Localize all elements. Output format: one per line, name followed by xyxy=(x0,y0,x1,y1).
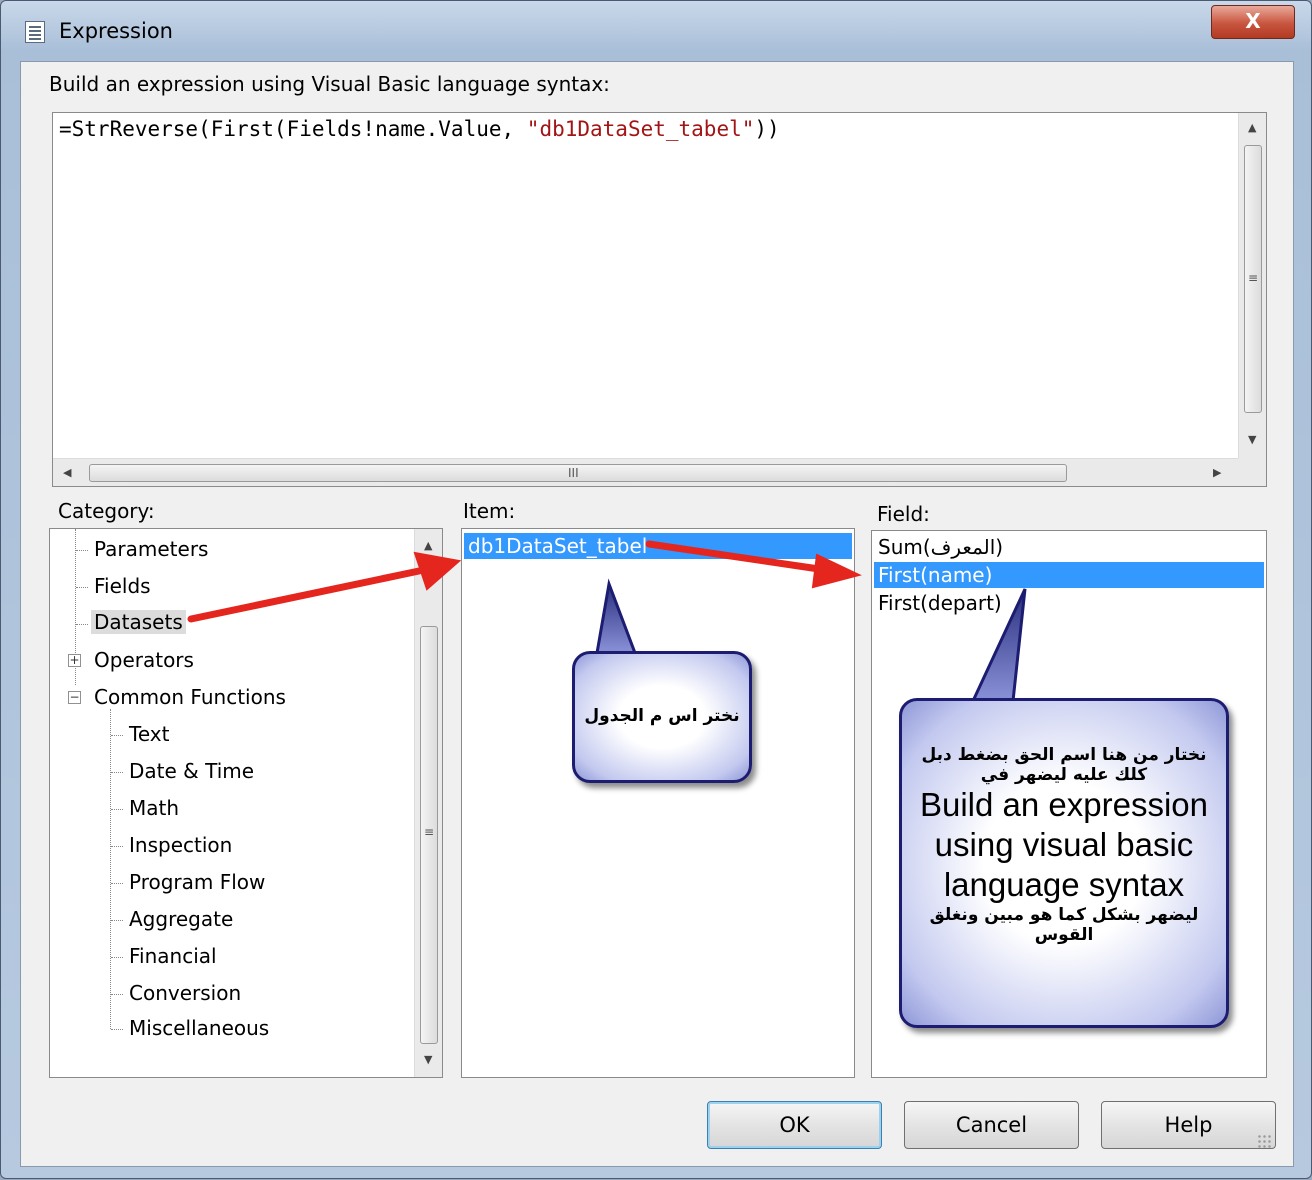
ok-button[interactable]: OK xyxy=(707,1101,882,1149)
tree-item-date-time[interactable]: Date & Time xyxy=(129,759,254,783)
cancel-button[interactable]: Cancel xyxy=(904,1101,1079,1149)
item-list[interactable]: db1DataSet_tabel xyxy=(461,528,855,1078)
callout-field-instructions: نختار من هنا اسم الحق بضغط دبل كلك عليه … xyxy=(899,698,1229,1028)
grip-icon: III xyxy=(568,466,579,480)
scroll-corner xyxy=(1238,458,1266,486)
resize-grip-icon[interactable] xyxy=(1257,1134,1271,1148)
callout-table-name: نختر اس م الجدول xyxy=(572,651,752,783)
expand-icon[interactable]: + xyxy=(68,654,81,667)
category-tree[interactable]: + − Parameters Fields Datasets Operators… xyxy=(49,528,443,1078)
tree-item-miscellaneous[interactable]: Miscellaneous xyxy=(129,1016,269,1040)
title-bar: Expression X xyxy=(1,1,1311,61)
tree-line xyxy=(111,920,123,921)
expression-text[interactable]: =StrReverse(First(Fields!name.Value, "db… xyxy=(59,117,780,141)
category-scroll-thumb[interactable]: ≡ xyxy=(420,626,438,1044)
expression-prompt: Build an expression using Visual Basic l… xyxy=(49,72,610,96)
tree-line xyxy=(76,550,88,551)
list-item-field-sum[interactable]: Sum(المعرف) xyxy=(874,534,1264,560)
tree-line xyxy=(111,994,123,995)
grip-icon: ≡ xyxy=(1248,271,1259,285)
item-label: Item: xyxy=(463,499,516,523)
window-title: Expression xyxy=(59,19,173,43)
tree-item-conversion[interactable]: Conversion xyxy=(129,981,241,1005)
callout-instructions-english: Build an expression using visual basic l… xyxy=(919,786,1208,903)
tree-item-parameters[interactable]: Parameters xyxy=(94,537,208,561)
callout-instructions-line2: كلك عليه ليضهر في xyxy=(980,765,1148,785)
callout-instructions-line1: نختار من هنا اسم الحق بضغط دبل xyxy=(921,745,1207,765)
tree-line xyxy=(111,809,123,810)
category-vertical-scrollbar[interactable]: ▲ ≡ ▼ xyxy=(414,529,442,1077)
tree-line xyxy=(76,587,88,588)
scroll-left-icon[interactable]: ◀ xyxy=(63,466,71,479)
tree-line xyxy=(111,735,123,736)
help-button[interactable]: Help xyxy=(1101,1101,1276,1149)
tree-item-fields[interactable]: Fields xyxy=(94,574,151,598)
collapse-icon[interactable]: − xyxy=(68,691,81,704)
scroll-up-icon[interactable]: ▲ xyxy=(1248,121,1256,134)
tree-line xyxy=(111,957,123,958)
tree-item-math[interactable]: Math xyxy=(129,796,179,820)
scroll-up-icon[interactable]: ▲ xyxy=(424,539,432,552)
list-item-field-first-depart[interactable]: First(depart) xyxy=(874,590,1264,616)
tree-line xyxy=(110,709,111,1029)
tree-item-inspection[interactable]: Inspection xyxy=(129,833,232,857)
tree-item-program-flow[interactable]: Program Flow xyxy=(129,870,265,894)
field-label: Field: xyxy=(877,502,930,526)
expression-string-literal: "db1DataSet_tabel" xyxy=(526,117,755,141)
tree-item-operators[interactable]: Operators xyxy=(94,648,194,672)
list-item-dataset[interactable]: db1DataSet_tabel xyxy=(464,533,852,559)
expression-dialog: Expression X Build an expression using V… xyxy=(0,0,1312,1179)
tree-line xyxy=(111,846,123,847)
editor-horizontal-scrollbar[interactable]: ◀ III ▶ xyxy=(53,458,1240,486)
editor-vertical-scroll-thumb[interactable]: ≡ xyxy=(1244,145,1262,413)
tree-line xyxy=(111,883,123,884)
tree-item-aggregate[interactable]: Aggregate xyxy=(129,907,233,931)
expression-prefix: =StrReverse(First(Fields!name.Value, xyxy=(59,117,527,141)
editor-vertical-scrollbar[interactable]: ▲ ≡ ▼ xyxy=(1238,113,1266,458)
scroll-right-icon[interactable]: ▶ xyxy=(1213,466,1221,479)
callout-instructions-line3: ليضهر بشكل كما هو مبين ونغلق xyxy=(929,905,1199,925)
tree-item-text[interactable]: Text xyxy=(129,722,169,746)
tree-item-datasets[interactable]: Datasets xyxy=(91,610,186,634)
dialog-icon xyxy=(25,21,45,43)
tree-line xyxy=(76,624,88,625)
tree-line xyxy=(111,772,123,773)
close-button[interactable]: X xyxy=(1211,5,1295,39)
scroll-down-icon[interactable]: ▼ xyxy=(1248,433,1256,446)
callout-instructions-line4: القوس xyxy=(1034,925,1094,945)
scroll-down-icon[interactable]: ▼ xyxy=(424,1053,432,1066)
expression-suffix: )) xyxy=(754,117,780,141)
editor-horizontal-scroll-thumb[interactable]: III xyxy=(89,464,1067,482)
tree-item-financial[interactable]: Financial xyxy=(129,944,217,968)
list-item-field-first-name[interactable]: First(name) xyxy=(874,562,1264,588)
expression-editor[interactable]: =StrReverse(First(Fields!name.Value, "db… xyxy=(52,112,1267,487)
grip-icon: ≡ xyxy=(424,825,435,839)
category-label: Category: xyxy=(58,499,155,523)
tree-line xyxy=(111,1029,123,1030)
callout-table-name-text: نختر اس م الجدول xyxy=(584,706,740,726)
tree-item-common-functions[interactable]: Common Functions xyxy=(94,685,286,709)
